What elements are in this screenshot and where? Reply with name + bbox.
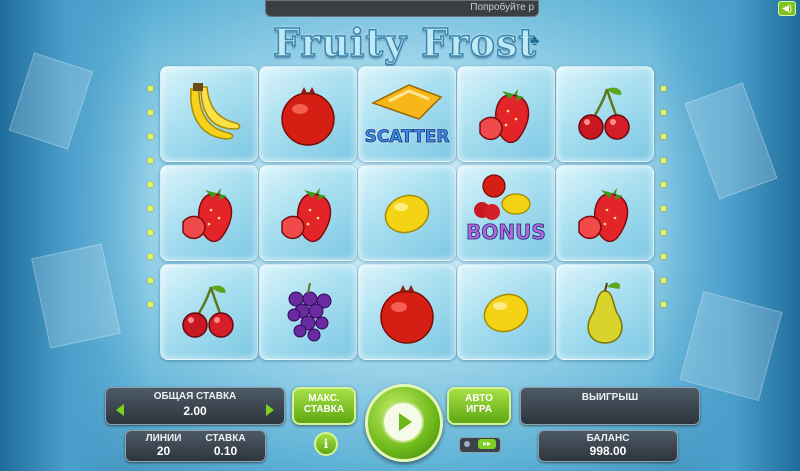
reel-cell [160,264,258,360]
payline-marker-left[interactable] [148,158,153,163]
payline-marker-left[interactable] [148,110,153,115]
reel-cell [457,66,555,162]
payline-marker-right[interactable] [661,110,666,115]
payline-marker-right[interactable] [661,278,666,283]
pear-icon [557,265,653,359]
autoplay-button[interactable]: АВТО ИГРА [447,387,511,425]
reel-cell [556,165,654,261]
bonus-icon [458,166,554,260]
lemon-icon [458,265,554,359]
payline-marker-right[interactable] [661,134,666,139]
reel-cell [259,165,357,261]
top-message-bar: Попробуйте р [265,0,539,17]
total-bet-value: 2.00 [183,404,207,418]
payline-marker-left[interactable] [148,134,153,139]
payline-marker-left[interactable] [148,278,153,283]
grapes-icon [260,265,356,359]
balance-label: БАЛАНС [586,433,630,444]
reel-cell [160,66,258,162]
bet-label: СТАВКА [205,433,246,444]
quick-spin-toggle[interactable]: ▸▸ [459,437,501,453]
payline-marker-left[interactable] [148,182,153,187]
reel-cell [358,165,456,261]
reel-grid: SCATTER BONUS [160,66,654,360]
lines-group[interactable]: ЛИНИИ 20 [136,433,191,458]
spin-button[interactable] [365,384,443,462]
lines-value: 20 [156,444,171,458]
payline-marker-left[interactable] [148,230,153,235]
payline-marker-right[interactable] [661,230,666,235]
info-button[interactable]: i [314,432,338,456]
max-bet-line2: СТАВКА [303,404,345,415]
increase-bet-arrow-icon[interactable] [266,404,274,416]
payline-marker-left[interactable] [148,206,153,211]
reel-cell [160,165,258,261]
reel-cell [259,66,357,162]
win-label: ВЫИГРЫШ [581,392,639,403]
total-bet-label: ОБЩАЯ СТАВКА [153,391,237,402]
reel-cell [556,264,654,360]
lines-label: ЛИНИИ [145,433,182,444]
payline-marker-right[interactable] [661,158,666,163]
bet-value: 0.10 [213,444,238,458]
game-logo: Fruity Frost [272,19,537,66]
play-icon [399,413,412,431]
payline-marker-right[interactable] [661,302,666,307]
bet-group[interactable]: СТАВКА 0.10 [198,433,253,458]
payline-marker-left[interactable] [148,254,153,259]
payline-marker-right[interactable] [661,86,666,91]
decrease-bet-arrow-icon[interactable] [116,404,124,416]
reel-cell: SCATTER [358,66,456,162]
autoplay-line1: АВТО [465,393,493,404]
reel-cell [457,264,555,360]
balance-value: 998.00 [589,444,627,458]
bonus-label: BONUS [466,220,546,245]
payline-marker-left[interactable] [148,86,153,91]
payline-marker-right[interactable] [661,254,666,259]
toggle-off-dot [464,441,470,447]
payline-marker-right[interactable] [661,182,666,187]
banana-icon [161,67,257,161]
speaker-icon[interactable]: ◀) [778,1,796,16]
reel-cell: BONUS [457,165,555,261]
scatter-label: SCATTER [364,127,450,148]
balance-panel: БАЛАНС 998.00 [538,430,678,462]
reel-cell [259,264,357,360]
max-bet-button[interactable]: МАКС. СТАВКА [292,387,356,425]
reel-cell [556,66,654,162]
pomegranate-icon [260,67,356,161]
cherry-icon [557,67,653,161]
strawberry-icon [161,166,257,260]
win-panel: ВЫИГРЫШ [520,387,700,425]
lines-bet-panel: ЛИНИИ 20 СТАВКА 0.10 [125,430,266,462]
lemon-icon [359,166,455,260]
pomegranate-icon [359,265,455,359]
payline-marker-left[interactable] [148,302,153,307]
top-message-text: Попробуйте р [470,2,534,13]
strawberry-icon [458,67,554,161]
strawberry-icon [260,166,356,260]
total-bet-panel: ОБЩАЯ СТАВКА 2.00 [105,387,285,425]
max-bet-line1: МАКС. [308,393,340,404]
spin-icon [382,401,424,443]
reel-cell [358,264,456,360]
clover-icon: ♣ [530,32,540,48]
payline-marker-right[interactable] [661,206,666,211]
autoplay-line2: ИГРА [466,404,492,415]
strawberry-icon [557,166,653,260]
fast-forward-icon: ▸▸ [478,439,496,449]
cherry-icon [161,265,257,359]
